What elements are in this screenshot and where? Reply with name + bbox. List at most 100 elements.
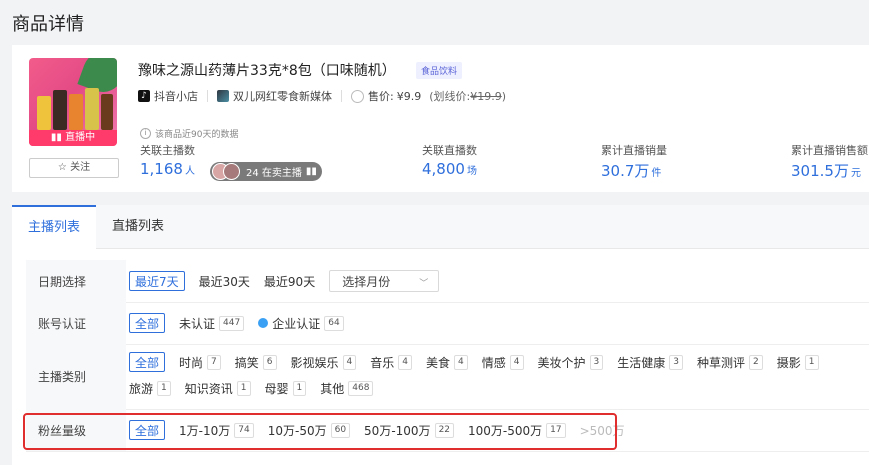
option-count: 3 bbox=[669, 354, 684, 370]
option-count: 1 bbox=[804, 354, 819, 370]
option-count: 4 bbox=[398, 354, 413, 370]
option-label: 其他 bbox=[320, 381, 345, 396]
option-label: 摄影 bbox=[776, 355, 801, 370]
option-count: 3 bbox=[589, 354, 604, 370]
stat-value: 4,800 bbox=[422, 160, 465, 178]
category-option[interactable]: 时尚 7 bbox=[179, 352, 221, 372]
live-badge: ▮▮ 直播中 bbox=[29, 130, 117, 146]
option-label: 企业认证 bbox=[272, 316, 321, 331]
filter-options: 最近7天 最近30天 最近90天 选择月份 ﹀ bbox=[129, 270, 440, 292]
date-option-7d[interactable]: 最近7天 bbox=[129, 271, 185, 291]
tab-live-list[interactable]: 直播列表 bbox=[96, 205, 180, 248]
category-option[interactable]: 其他 468 bbox=[320, 378, 374, 398]
option-count: 7 bbox=[207, 354, 221, 370]
month-select[interactable]: 选择月份 ﹀ bbox=[329, 270, 440, 292]
stat-value: 301.5万 bbox=[791, 162, 849, 180]
option-label: 美食 bbox=[426, 355, 451, 370]
option-label: 未认证 bbox=[179, 316, 216, 331]
category-option[interactable]: 母婴 1 bbox=[265, 378, 307, 398]
price-label: 售价: bbox=[368, 90, 394, 103]
option-label: 美妆个护 bbox=[537, 355, 586, 370]
option-label: 知识资讯 bbox=[184, 381, 233, 396]
account-option-all[interactable]: 全部 bbox=[129, 313, 166, 333]
filter-options: 全部 时尚 7 搞笑 6 影视娱乐 4 音乐 4 美食 4 情感 4 美妆个护 3 生活健康 3… bbox=[129, 352, 869, 398]
product-meta: ♪ 抖音小店 双儿网红零食新媒体 售价: ¥9.9 (划线价: ¥19.9 ) bbox=[138, 88, 506, 104]
shop-name[interactable]: 双儿网红零食新媒体 bbox=[233, 88, 332, 104]
category-option[interactable]: 摄影 1 bbox=[777, 352, 819, 372]
option-label: 旅游 bbox=[129, 381, 154, 396]
stat-label: 关联主播数 bbox=[140, 144, 195, 157]
category-option[interactable]: 搞笑 6 bbox=[235, 352, 277, 372]
stat-unit: 元 bbox=[850, 168, 861, 179]
avatar bbox=[223, 163, 240, 180]
option-label: 音乐 bbox=[370, 355, 395, 370]
account-option-unverified[interactable]: 未认证 447 bbox=[179, 313, 245, 333]
data-note-text: 该商品近90天的数据 bbox=[155, 130, 239, 140]
stat-anchors: 关联主播数 1,168 人 bbox=[140, 142, 195, 178]
account-option-enterprise[interactable]: 企业认证 64 bbox=[258, 313, 344, 333]
star-icon: ☆ bbox=[57, 162, 67, 173]
date-option-90d[interactable]: 最近90天 bbox=[264, 271, 315, 291]
price-value: ¥9.9 bbox=[396, 89, 422, 103]
option-label: 搞笑 bbox=[234, 355, 259, 370]
option-label: 情感 bbox=[481, 355, 506, 370]
original-price-label: (划线价: bbox=[429, 90, 471, 103]
option-count: 2 bbox=[749, 354, 763, 370]
option-count: 64 bbox=[324, 315, 344, 331]
option-label: 生活健康 bbox=[617, 355, 666, 370]
stat-value: 30.7万 bbox=[601, 162, 650, 180]
stat-lives: 关联直播数 4,800 场 bbox=[422, 142, 477, 178]
category-option[interactable]: 旅游 1 bbox=[129, 378, 171, 398]
follow-button[interactable]: ☆ 关注 bbox=[29, 158, 119, 178]
stat-unit: 场 bbox=[466, 166, 477, 177]
category-option[interactable]: 美食 4 bbox=[426, 352, 468, 372]
selling-anchors-label: 24 在卖主播 bbox=[246, 168, 302, 179]
option-count: 6 bbox=[262, 354, 277, 370]
data-note: i 该商品近90天的数据 bbox=[140, 127, 238, 140]
stat-unit: 件 bbox=[651, 168, 662, 179]
platform-label: 抖音小店 bbox=[154, 90, 198, 103]
filter-label: 日期选择 bbox=[26, 260, 126, 302]
stat-value: 1,168 bbox=[140, 160, 183, 178]
douyin-shop-icon: ♪ bbox=[138, 90, 150, 102]
category-option[interactable]: 生活健康 3 bbox=[617, 352, 684, 372]
stat-sales: 累计直播销量 30.7万件 bbox=[601, 142, 667, 181]
live-icon: ▮▮ bbox=[305, 166, 317, 177]
option-label: 时尚 bbox=[179, 355, 204, 370]
filter-row-date: 日期选择 最近7天 最近30天 最近90天 选择月份 ﹀ bbox=[26, 260, 869, 303]
original-price-close: ) bbox=[501, 89, 507, 103]
option-count: 4 bbox=[509, 354, 524, 370]
live-icon: ▮▮ bbox=[50, 132, 66, 143]
info-icon: i bbox=[140, 128, 151, 139]
selling-anchors-pill[interactable]: 24 在卖主播 ▮▮ bbox=[210, 162, 322, 181]
category-option[interactable]: 情感 4 bbox=[482, 352, 524, 372]
product-thumbnail[interactable]: ▮▮ 直播中 bbox=[29, 58, 117, 146]
option-count: 1 bbox=[292, 380, 307, 396]
tab-bar: 主播列表 直播列表 bbox=[12, 205, 869, 249]
option-label: 影视娱乐 bbox=[290, 355, 339, 370]
original-price-value: ¥19.9 bbox=[470, 89, 502, 103]
live-badge-label: 直播中 bbox=[65, 132, 96, 143]
option-count: 4 bbox=[454, 354, 468, 370]
filter-label: 账号认证 bbox=[26, 302, 126, 344]
filter-label: 主播类别 bbox=[26, 344, 126, 409]
category-tag[interactable]: 食品饮料 bbox=[416, 62, 463, 79]
category-option[interactable]: 种草测评 2 bbox=[697, 352, 763, 372]
chevron-down-icon: ﹀ bbox=[419, 279, 429, 289]
filter-row-category: 主播类别 全部 时尚 7 搞笑 6 影视娱乐 4 音乐 4 美食 4 情感 4 美妆个护 3 … bbox=[26, 344, 869, 410]
product-title: 豫味之源山药薄片33克*8包（口味随机） bbox=[138, 63, 396, 79]
option-count: 1 bbox=[236, 380, 251, 396]
date-option-30d[interactable]: 最近30天 bbox=[199, 271, 250, 291]
shop-avatar-icon bbox=[217, 90, 229, 102]
category-option[interactable]: 影视娱乐 4 bbox=[291, 352, 357, 372]
stat-label: 关联直播数 bbox=[422, 144, 477, 157]
category-option[interactable]: 音乐 4 bbox=[370, 352, 413, 372]
category-option[interactable]: 知识资讯 1 bbox=[185, 378, 251, 398]
category-option-all[interactable]: 全部 bbox=[129, 352, 166, 372]
option-label: 种草测评 bbox=[697, 355, 746, 370]
option-count: 1 bbox=[157, 380, 171, 396]
stat-label: 累计直播销量 bbox=[601, 144, 667, 157]
category-option[interactable]: 美妆个护 3 bbox=[538, 352, 604, 372]
stat-revenue: 累计直播销售额 301.5万元 bbox=[791, 142, 868, 181]
tab-anchor-list[interactable]: 主播列表 bbox=[12, 205, 96, 249]
